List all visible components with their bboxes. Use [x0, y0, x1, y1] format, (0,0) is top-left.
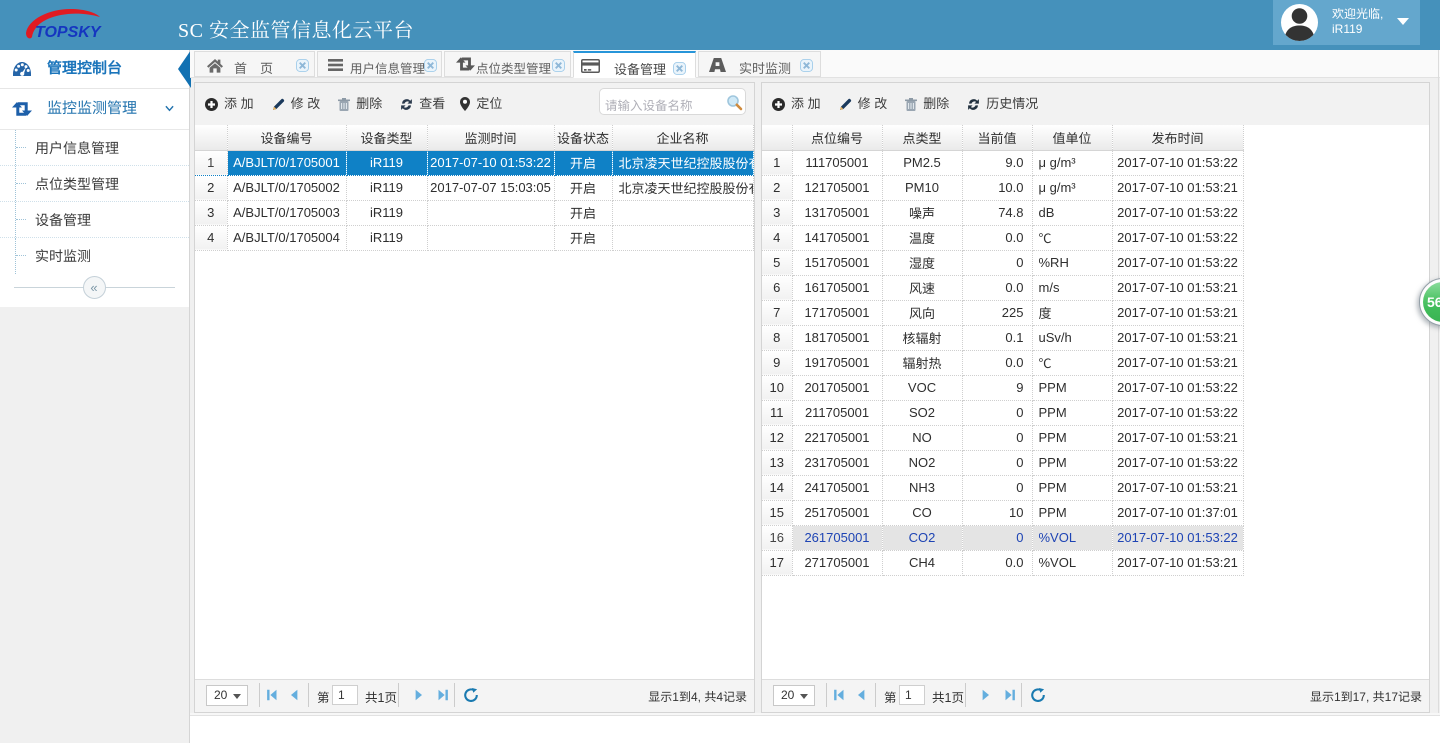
svg-text:TOPSKY: TOPSKY	[35, 24, 102, 41]
